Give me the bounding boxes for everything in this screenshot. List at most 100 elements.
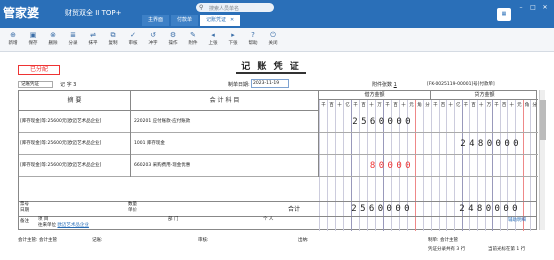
toolbar-button-7[interactable]: ↺ 冲字 bbox=[144, 30, 162, 50]
entry-debit[interactable] bbox=[319, 133, 431, 155]
search-box[interactable]: ⚲ 搜索人员单名 bbox=[196, 3, 274, 12]
entry-row[interactable]: [库存现金]等:25600元[欧迈艺术品企业] 660203 采购费用-现金优惠 8… bbox=[19, 155, 538, 177]
attach-count[interactable]: 附件张数 1 bbox=[372, 81, 397, 88]
footer-date-label: 日期 bbox=[20, 208, 29, 213]
toolbar-label: 审核 bbox=[128, 41, 138, 46]
voucher-number[interactable]: 记 字 3 bbox=[60, 81, 76, 88]
toolbar-label: 抹平 bbox=[88, 41, 98, 46]
entry-account[interactable]: 660203 采购费用-现金优惠 bbox=[131, 155, 319, 177]
list-icon: ≣ bbox=[70, 31, 76, 39]
toolbar-button-3[interactable]: ≣ 分录 bbox=[64, 30, 82, 50]
toolbar-label: 分录 bbox=[68, 41, 78, 46]
flatten-icon: ⇌ bbox=[90, 31, 96, 39]
calendar-icon[interactable]: ▦ bbox=[497, 8, 511, 21]
toolbar-label: 删除 bbox=[48, 41, 58, 46]
save-icon: ▣ bbox=[29, 31, 37, 39]
toolbar-label: 上张 bbox=[208, 41, 218, 46]
tab-bar: 主界面 付款单 记账凭证 ✕ bbox=[142, 15, 242, 26]
digit-label: 十 bbox=[507, 100, 515, 111]
current-line: 当前光标在第 1 行 bbox=[488, 247, 526, 252]
toolbar-label: 复制 bbox=[108, 41, 118, 46]
toolbar-button-2[interactable]: ⊗ 删除 bbox=[44, 30, 62, 50]
up-icon: ◂ bbox=[211, 31, 215, 39]
voucher-footer: 票号 日期 数量 单价 合计 2560000 2480000 备注 项 目 往来… bbox=[18, 201, 537, 230]
attach-icon: ✎ bbox=[190, 31, 196, 39]
bookkeeper: 记账: bbox=[92, 238, 103, 243]
toolbar-button-10[interactable]: ◂ 上张 bbox=[204, 30, 222, 50]
maker: 制单: 会计主管 bbox=[428, 238, 458, 243]
digit-label: 十 bbox=[367, 100, 375, 111]
toolbar-button-4[interactable]: ⇌ 抹平 bbox=[84, 30, 102, 50]
entry-debit[interactable]: 2560000 bbox=[319, 111, 431, 133]
voucher-ref: [FK-0025119-00001]号[付款单] bbox=[427, 82, 495, 87]
vertical-scrollbar[interactable] bbox=[539, 90, 546, 230]
entry-row[interactable]: [库存现金]等:25600元[欧迈艺术品企业] 220201 应付账款-应付账款 2… bbox=[19, 111, 538, 133]
toolbar-label: 冲字 bbox=[148, 41, 158, 46]
toolbar-button-6[interactable]: ✓ 审核 bbox=[124, 30, 142, 50]
total-debit: 2560000 bbox=[351, 204, 413, 214]
entry-credit[interactable] bbox=[431, 111, 538, 133]
toolbar-button-13[interactable]: ⏻ 关闭 bbox=[264, 30, 282, 50]
date-field[interactable]: 2023-11-19 bbox=[251, 79, 289, 88]
close-tab-icon[interactable]: ✕ bbox=[230, 17, 234, 23]
digit-label: 亿 bbox=[343, 100, 351, 111]
total-label: 合计 bbox=[288, 206, 301, 213]
digit-label: 元 bbox=[407, 100, 415, 111]
header-debit: 借方金额 bbox=[319, 91, 431, 100]
toolbar-label: 操作 bbox=[168, 41, 178, 46]
header-summary: 摘 要 bbox=[19, 91, 131, 111]
digit-label: 十 bbox=[399, 100, 407, 111]
digit-label: 百 bbox=[327, 100, 335, 111]
entry-debit[interactable]: 80000 bbox=[319, 155, 431, 177]
delete-icon: ⊗ bbox=[50, 31, 56, 39]
digit-label: 万 bbox=[484, 100, 493, 111]
toolbar-button-12[interactable]: ? 帮助 bbox=[244, 30, 262, 50]
digit-label: 千 bbox=[461, 100, 470, 111]
digit-label: 千 bbox=[492, 100, 500, 111]
digit-label: 十 bbox=[476, 100, 485, 111]
header-account: 会 计 科 目 bbox=[131, 91, 319, 111]
toolbar-button-0[interactable]: ⊕ 新增 bbox=[4, 30, 22, 50]
entry-credit[interactable]: 2480000 bbox=[431, 133, 538, 155]
app-logo: 管家婆 bbox=[3, 6, 40, 20]
aux-detail-button[interactable]: 辅助明细 bbox=[508, 218, 526, 224]
entry-account[interactable]: 220201 应付账款-应付账款 bbox=[131, 111, 319, 133]
toolbar-label: 保存 bbox=[28, 41, 38, 46]
voucher-title: 记 账 凭 证 bbox=[236, 59, 306, 74]
toolbar-label: 新增 bbox=[8, 41, 18, 46]
ops-icon: ⚙ bbox=[169, 31, 177, 39]
tab-home[interactable]: 主界面 bbox=[142, 15, 170, 26]
customer-link[interactable]: 欧迈艺术品企业 bbox=[57, 223, 89, 228]
toolbar-button-1[interactable]: ▣ 保存 bbox=[24, 30, 42, 50]
supervisor: 会计主管: 会计主管 bbox=[18, 238, 57, 243]
entry-account[interactable]: 1001 库存现金 bbox=[131, 133, 319, 155]
entry-row[interactable]: [库存现金]等:25600元[欧迈艺术品企业] 1001 库存现金 2480000 bbox=[19, 133, 538, 155]
digit-label: 角 bbox=[415, 100, 423, 111]
toolbar-label: 帮助 bbox=[248, 41, 258, 46]
maximize-icon[interactable]: □ bbox=[528, 4, 538, 12]
date-label: 制单日期: bbox=[228, 82, 250, 88]
toolbar-button-8[interactable]: ⚙ 操作 bbox=[164, 30, 182, 50]
digit-label: 百 bbox=[359, 100, 367, 111]
entry-summary[interactable]: [库存现金]等:25600元[欧迈艺术品企业] bbox=[19, 155, 131, 177]
close-window-icon[interactable]: ✕ bbox=[540, 4, 550, 12]
entry-summary[interactable]: [库存现金]等:25600元[欧迈艺术品企业] bbox=[19, 133, 131, 155]
scroll-thumb[interactable] bbox=[540, 100, 546, 140]
digit-label: 角 bbox=[522, 100, 531, 111]
toolbar-label: 下张 bbox=[228, 41, 238, 46]
toolbar-button-9[interactable]: ✎ 附件 bbox=[184, 30, 202, 50]
tab-voucher[interactable]: 记账凭证 ✕ bbox=[200, 15, 241, 26]
tab-payment[interactable]: 付款单 bbox=[171, 15, 199, 26]
minimize-icon[interactable]: – bbox=[516, 4, 526, 12]
app-subtitle: 财贸双全 II TOP+ bbox=[65, 9, 122, 17]
voucher-type-select[interactable]: 记账凭证 bbox=[18, 81, 53, 88]
auditor: 审核: bbox=[198, 238, 209, 243]
entry-summary[interactable]: [库存现金]等:25600元[欧迈艺术品企业] bbox=[19, 111, 131, 133]
dept-label: 部 门 bbox=[168, 217, 179, 222]
plus-icon: ⊕ bbox=[10, 31, 16, 39]
entry-credit[interactable] bbox=[431, 155, 538, 177]
toolbar-button-11[interactable]: ▸ 下张 bbox=[224, 30, 242, 50]
search-input[interactable]: 搜索人员单名 bbox=[209, 5, 239, 12]
toolbar-button-5[interactable]: ⧉ 复制 bbox=[104, 30, 122, 50]
digit-label: 百 bbox=[391, 100, 399, 111]
